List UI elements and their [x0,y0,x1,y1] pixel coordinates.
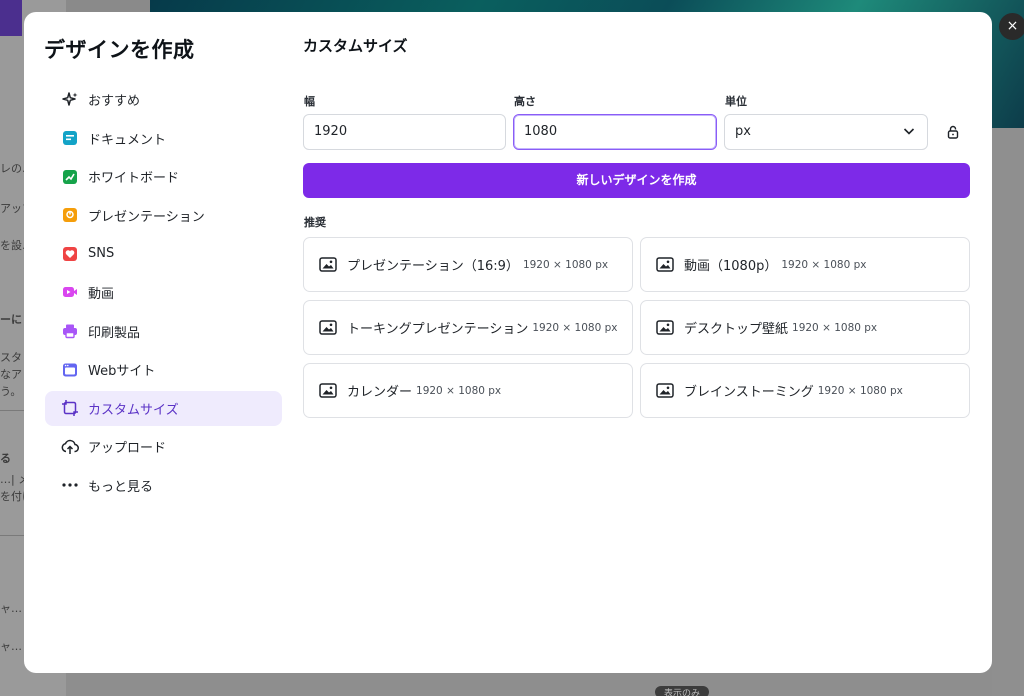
create-new-design-button[interactable]: 新しいデザインを作成 [303,163,970,198]
nav-label: もっと見る [88,479,154,495]
card-size: 1920 × 1080 px [532,321,618,334]
nav-label: ホワイトボード [88,171,180,187]
width-label: 幅 [304,95,315,108]
card-size: 1920 × 1080 px [522,258,609,271]
image-icon [656,256,676,274]
create-design-dialog: デザインを作成 おすすめ ドキュメント ホワイトボード プレゼンテーション SN… [24,12,992,673]
card-size: 1920 × 1080 px [792,321,878,334]
lock-aspect-ratio-button[interactable] [942,121,964,143]
panel-title: カスタムサイズ [303,37,408,55]
recommended-card[interactable]: プレゼンテーション（16:9） 1920 × 1080 px [303,237,633,292]
sparkle-icon [61,91,79,109]
nav-item-more[interactable]: もっと見る [45,468,282,503]
nav-label: Webサイト [88,364,156,380]
background-divider [0,410,24,411]
category-sidebar: おすすめ ドキュメント ホワイトボード プレゼンテーション SNS 動画 印刷製… [45,82,282,507]
card-name: トーキングプレゼンテーション [347,322,529,337]
nav-item-document[interactable]: ドキュメント [45,121,282,156]
background-snippet: う。 [0,385,22,398]
height-label: 高さ [514,95,536,108]
card-name: 動画（1080p） [684,259,778,274]
close-button[interactable]: × [999,13,1024,40]
document-icon [61,129,79,147]
unit-label: 単位 [725,95,747,108]
background-snippet: ーに [0,313,22,326]
width-input[interactable]: 1920 [303,114,506,150]
nav-label: アップロード [88,441,167,457]
background-divider [0,535,24,536]
nav-label: 動画 [88,286,115,302]
more-icon [61,476,79,494]
nav-label: 印刷製品 [88,325,141,341]
nav-label: ドキュメント [88,132,167,148]
nav-label: おすすめ [88,94,141,109]
unlock-icon [947,125,959,139]
background-snippet: ャ… [0,602,22,615]
unit-select[interactable]: px [724,114,928,150]
print-icon [61,322,79,340]
nav-label: プレゼンテーション [88,209,205,225]
nav-item-sns[interactable]: SNS [45,236,282,271]
upload-icon [61,438,79,456]
background-snippet: る [0,452,11,465]
height-input[interactable]: 1080 [513,114,717,150]
recommended-card[interactable]: カレンダー 1920 × 1080 px [303,363,633,418]
close-icon: × [1006,18,1019,34]
nav-item-whiteboard[interactable]: ホワイトボード [45,159,282,194]
nav-item-video[interactable]: 動画 [45,275,282,310]
recommended-card[interactable]: 動画（1080p） 1920 × 1080 px [640,237,970,292]
card-size: 1920 × 1080 px [416,384,502,397]
recommended-card[interactable]: デスクトップ壁紙 1920 × 1080 px [640,300,970,355]
card-name: デスクトップ壁紙 [684,322,789,337]
presentation-icon [61,206,79,224]
card-name: ブレインストーミング [684,385,814,400]
nav-item-upload[interactable]: アップロード [45,429,282,464]
card-name: プレゼンテーション（16:9） [347,259,519,274]
image-icon [319,382,339,400]
video-icon [61,283,79,301]
nav-item-custom-size[interactable]: カスタムサイズ [45,390,282,426]
nav-label: SNS [88,246,115,262]
nav-item-print[interactable]: 印刷製品 [45,314,282,349]
card-name: カレンダー [347,385,413,400]
nav-item-recommended[interactable]: おすすめ [45,82,282,117]
dialog-title: デザインを作成 [44,38,195,62]
nav-label: カスタムサイズ [88,402,179,418]
nav-item-website[interactable]: Webサイト [45,352,282,387]
chevron-down-icon [903,115,915,163]
card-size: 1920 × 1080 px [781,258,867,271]
card-size: 1920 × 1080 px [817,384,903,397]
recommended-card[interactable]: トーキングプレゼンテーション 1920 × 1080 px [303,300,633,355]
website-icon [61,361,79,379]
background-snippet: スタ [0,351,22,364]
image-icon [656,319,676,337]
background-view-only-pill: 表示のみ [655,686,709,696]
unit-value: px [735,124,751,139]
background-snippet: なア [0,368,22,381]
recommended-card[interactable]: ブレインストーミング 1920 × 1080 px [640,363,970,418]
custom-size-icon [61,399,79,417]
image-icon [319,256,339,274]
whiteboard-icon [61,168,79,186]
background-purple-tab [0,0,22,36]
image-icon [319,319,339,337]
nav-item-presentation[interactable]: プレゼンテーション [45,198,282,233]
background-snippet: ャ… [0,640,22,653]
image-icon [656,382,676,400]
background-right-panel [992,128,1024,696]
recommended-label: 推奨 [304,216,326,229]
heart-icon [61,245,79,263]
